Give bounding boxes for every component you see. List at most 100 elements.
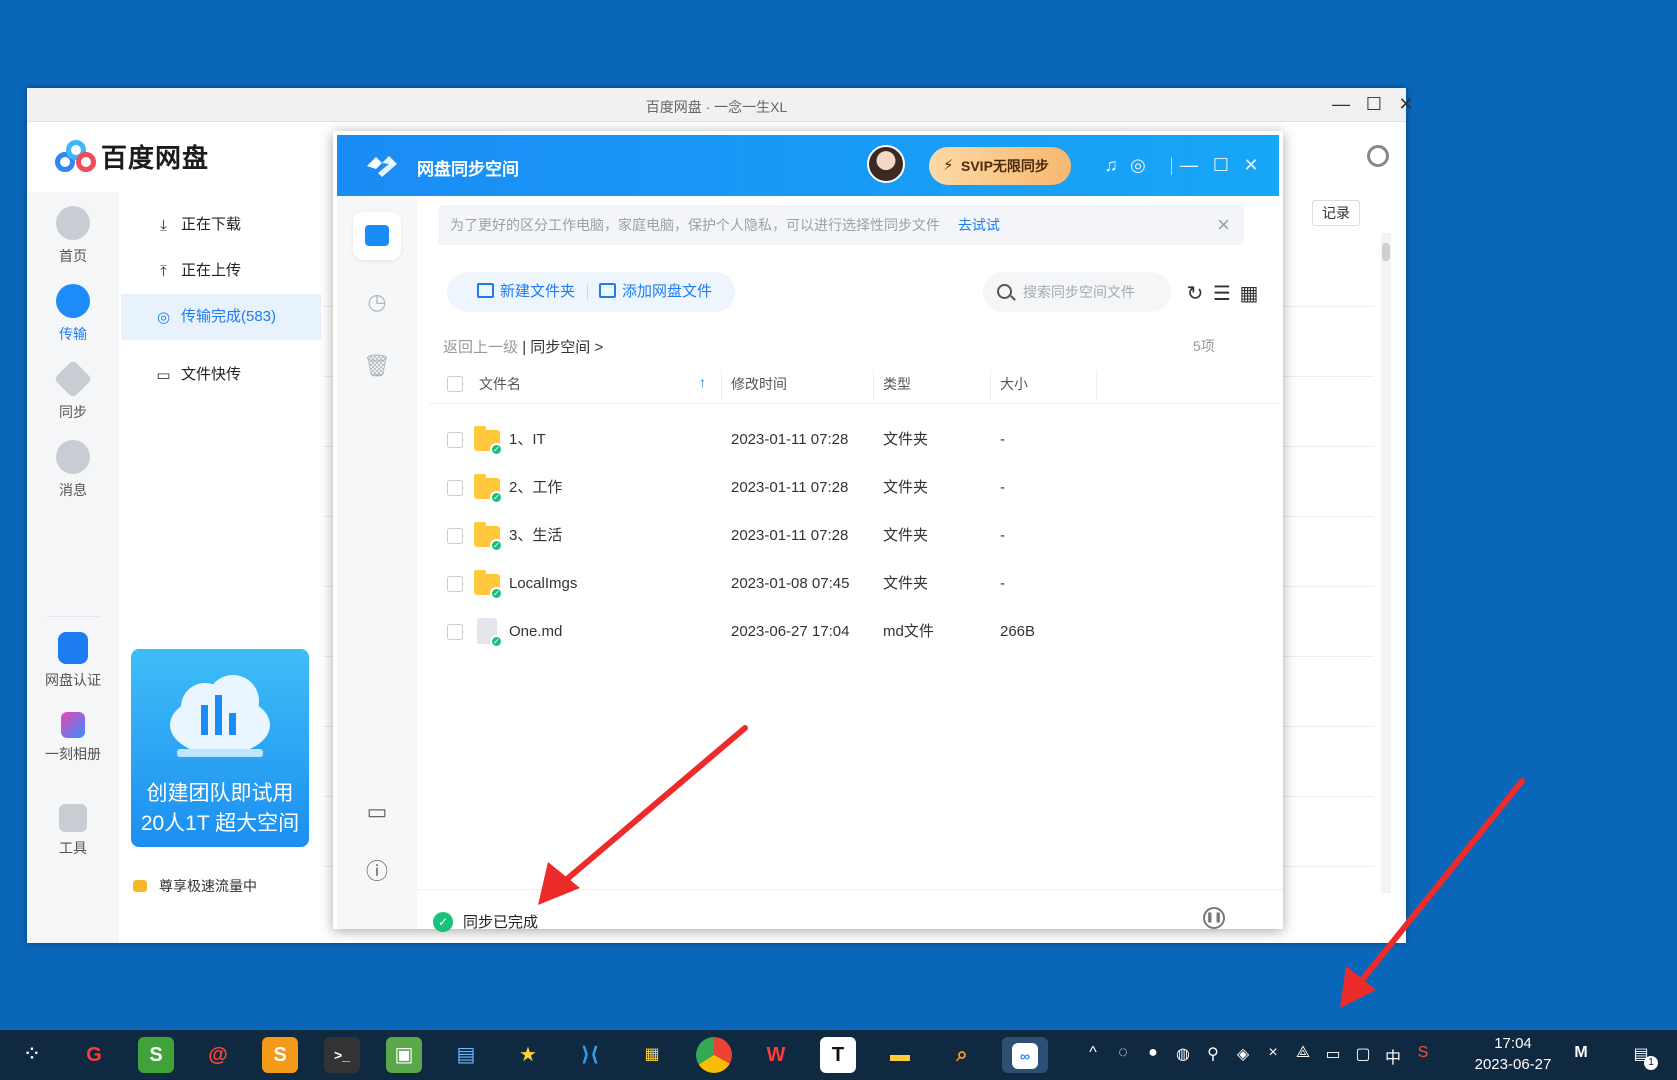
search-input[interactable]: 搜索同步空间文件: [983, 272, 1171, 312]
add-files-button[interactable]: 添加网盘文件: [599, 272, 712, 312]
clock-icon[interactable]: ◷: [357, 282, 397, 322]
maximize-icon[interactable]: ☐: [1210, 155, 1232, 175]
wps-icon[interactable]: W: [758, 1037, 794, 1073]
nav-album[interactable]: 一刻相册: [27, 712, 119, 764]
synced-check-icon: ✓: [490, 491, 503, 504]
file-name[interactable]: LocalImgs: [509, 559, 577, 609]
tray-search-icon[interactable]: ◌: [1112, 1044, 1134, 1062]
app-notes-icon[interactable]: ▦: [634, 1037, 670, 1073]
nav-transfer[interactable]: 传输: [27, 284, 119, 344]
close-icon[interactable]: ✕: [1240, 155, 1262, 175]
app-monitor-icon[interactable]: ▤: [448, 1037, 484, 1073]
table-row[interactable]: ✓ 3、生活 2023-01-11 07:28 文件夹 -: [429, 511, 1279, 561]
search-tool-icon[interactable]: ⌕: [944, 1037, 980, 1073]
app-swirl-icon[interactable]: @: [200, 1037, 236, 1073]
tray-sync-icon[interactable]: ⟁: [1292, 1044, 1314, 1062]
close-icon[interactable]: ✕: [1395, 94, 1417, 114]
subnav-quick-transfer[interactable]: ▭ 文件快传: [121, 352, 321, 398]
avatar[interactable]: [867, 145, 905, 183]
nav-label: 工具: [59, 840, 87, 856]
minimize-icon[interactable]: —: [1330, 94, 1352, 114]
volume-muted-icon[interactable]: ×: [1262, 1044, 1284, 1062]
col-size[interactable]: 大小: [1000, 364, 1028, 404]
file-name[interactable]: One.md: [509, 607, 562, 657]
files-icon[interactable]: [353, 212, 401, 260]
nav-verify[interactable]: 网盘认证: [27, 632, 119, 690]
nav-messages[interactable]: 消息: [27, 440, 119, 500]
battery-icon[interactable]: ▭: [1322, 1044, 1344, 1064]
row-checkbox[interactable]: [447, 480, 463, 496]
table-row[interactable]: ✓ LocalImgs 2023-01-08 07:45 文件夹 -: [429, 559, 1279, 609]
app-s-icon[interactable]: S: [138, 1037, 174, 1073]
svip-button[interactable]: ⚡ SVIP无限同步: [929, 147, 1071, 185]
refresh-icon[interactable]: ↻: [1183, 281, 1207, 306]
chrome-icon[interactable]: [696, 1037, 732, 1073]
subnav-completed[interactable]: ◎ 传输完成(583): [121, 294, 321, 340]
synced-check-icon: ✓: [490, 635, 503, 648]
main-scrollbar[interactable]: [1381, 233, 1391, 893]
file-modified: 2023-06-27 17:04: [731, 623, 850, 640]
table-row[interactable]: ✓ 1、IT 2023-01-11 07:28 文件夹 -: [429, 415, 1279, 465]
table-row[interactable]: ✓ 2、工作 2023-01-11 07:28 文件夹 -: [429, 463, 1279, 513]
table-row[interactable]: ✓ One.md 2023-06-27 17:04 md文件 266B: [429, 607, 1279, 657]
baidu-taskbar-icon[interactable]: ∞: [1002, 1037, 1048, 1073]
subnav-downloading[interactable]: ⤓ 正在下载: [121, 202, 321, 248]
star-icon[interactable]: ★: [510, 1037, 546, 1073]
qq-icon[interactable]: ◍: [1172, 1044, 1194, 1064]
settings-icon[interactable]: ◎: [1127, 155, 1149, 175]
file-explorer-icon[interactable]: ▬: [882, 1037, 918, 1073]
typora-icon[interactable]: T: [820, 1037, 856, 1073]
col-modified[interactable]: 修改时间: [731, 364, 787, 404]
close-icon[interactable]: ×: [1217, 205, 1230, 245]
file-name[interactable]: 1、IT: [509, 415, 546, 465]
terminal-icon[interactable]: >_: [324, 1037, 360, 1073]
file-name[interactable]: 2、工作: [509, 463, 562, 513]
subnav-uploading[interactable]: ⤒ 正在上传: [121, 248, 321, 294]
select-all-checkbox[interactable]: [447, 376, 463, 392]
sort-icon[interactable]: ☰: [1210, 281, 1234, 306]
maximize-icon[interactable]: ☐: [1363, 94, 1385, 114]
ime-indicator[interactable]: 中: [1382, 1044, 1404, 1068]
wechat-icon[interactable]: ●: [1142, 1044, 1164, 1062]
row-checkbox[interactable]: [447, 576, 463, 592]
col-name[interactable]: 文件名: [479, 364, 521, 404]
minimize-icon[interactable]: —: [1178, 155, 1200, 175]
breadcrumb-back[interactable]: 返回上一级: [443, 339, 518, 356]
app-g-icon[interactable]: G: [76, 1037, 112, 1073]
main-nav: 首页 传输 同步 消息 网盘认证 一刻相册 工具: [27, 192, 119, 943]
app-image-icon[interactable]: ▣: [386, 1037, 422, 1073]
pause-icon[interactable]: ❚❚: [1203, 907, 1225, 929]
trash-icon[interactable]: 🗑: [357, 346, 397, 386]
sogou-icon[interactable]: S: [1412, 1044, 1434, 1062]
tray-baidu-icon[interactable]: ◈: [1232, 1044, 1254, 1064]
tray-key-icon[interactable]: ⚲: [1202, 1044, 1224, 1064]
folder-icon[interactable]: ▭: [357, 792, 397, 832]
clock-time[interactable]: 17:04: [1468, 1035, 1558, 1052]
start-dots-icon[interactable]: ⁘: [14, 1037, 50, 1073]
gear-icon[interactable]: [1367, 145, 1389, 167]
nav-home[interactable]: 首页: [27, 206, 119, 266]
sublime-icon[interactable]: S: [262, 1037, 298, 1073]
record-button[interactable]: 记录: [1312, 200, 1360, 226]
help-icon[interactable]: ⓘ: [357, 852, 397, 892]
sort-asc-icon[interactable]: ↑: [699, 364, 706, 400]
file-name[interactable]: 3、生活: [509, 511, 562, 561]
chevron-right-icon: >: [594, 339, 604, 356]
col-type[interactable]: 类型: [883, 364, 911, 404]
tip-link[interactable]: 去试试: [958, 217, 1000, 233]
nav-sync[interactable]: 同步: [27, 359, 119, 422]
input-method-icon[interactable]: M: [1570, 1044, 1592, 1062]
team-promo-banner[interactable]: 创建团队即试用 20人1T 超大空间: [131, 649, 309, 847]
vscode-icon[interactable]: ⟩⟨: [572, 1037, 608, 1073]
grid-view-icon[interactable]: ▦: [1237, 281, 1261, 306]
row-checkbox[interactable]: [447, 624, 463, 640]
row-checkbox[interactable]: [447, 528, 463, 544]
nav-tools[interactable]: 工具: [27, 804, 119, 858]
network-icon[interactable]: ▢: [1352, 1044, 1374, 1064]
clock-date[interactable]: 2023-06-27: [1458, 1056, 1568, 1073]
new-folder-button[interactable]: 新建文件夹: [477, 272, 575, 312]
headset-icon[interactable]: ♫: [1100, 155, 1122, 175]
tray-chevron-up-icon[interactable]: ^: [1082, 1044, 1104, 1062]
synced-check-icon: ✓: [490, 587, 503, 600]
row-checkbox[interactable]: [447, 432, 463, 448]
